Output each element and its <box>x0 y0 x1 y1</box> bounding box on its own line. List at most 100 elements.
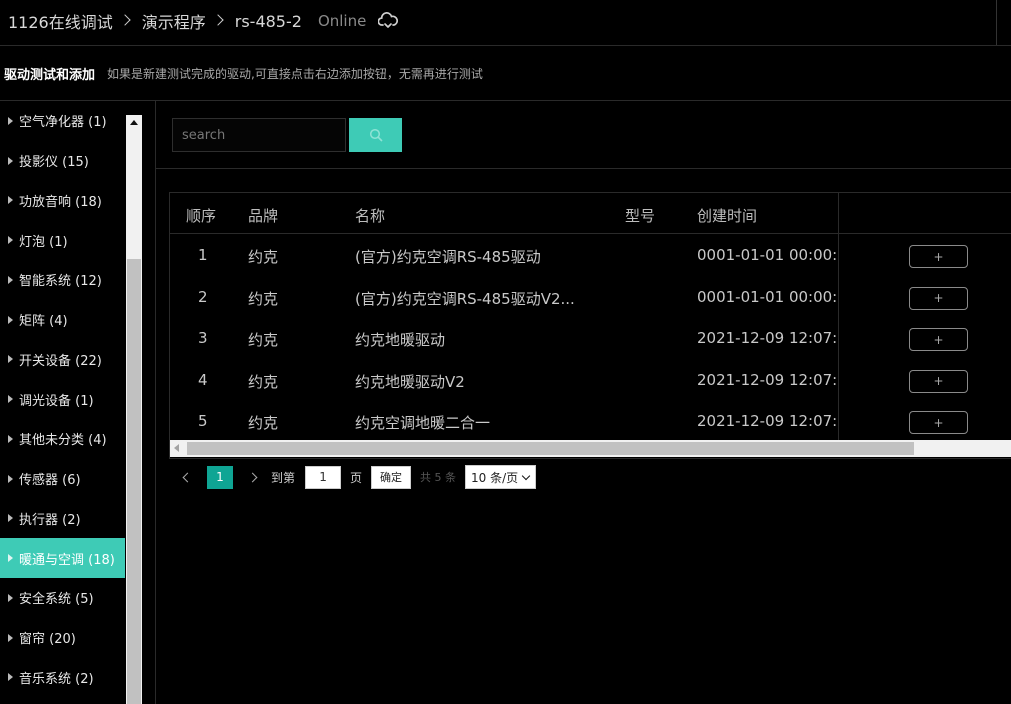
search-input[interactable] <box>172 118 346 152</box>
row-created-time: 0001-01-01 00:00:00 <box>697 287 838 306</box>
sidebar-scroll-thumb[interactable] <box>127 259 141 704</box>
driver-table: 顺序 品牌 名称 型号 创建时间 1 约克 (官方)约克空调RS-485驱动 0001… <box>169 192 1011 459</box>
add-driver-button[interactable]: + <box>909 245 968 268</box>
main-panel: 顺序 品牌 名称 型号 创建时间 1 约克 (官方)约克空调RS-485驱动 0001… <box>156 101 1011 704</box>
sidebar-item-label: 灯泡 (1) <box>19 234 68 250</box>
goto-label: 到第 <box>271 470 296 485</box>
sidebar-item-label: 安全系统 (5) <box>19 592 94 608</box>
sidebar-item-label: 暖通与空调 (18) <box>19 552 115 568</box>
sidebar-item[interactable]: 暖通与空调 (18) <box>0 538 125 578</box>
sidebar-item-label: 矩阵 (4) <box>19 314 68 330</box>
row-name: (官方)约克空调RS-485驱动 <box>355 248 541 266</box>
sidebar-item-label: 调光设备 (1) <box>19 393 94 409</box>
page-unit-label: 页 <box>350 470 363 485</box>
goto-confirm-button[interactable]: 确定 <box>371 465 412 489</box>
sidebar-item[interactable]: 开关设备 (22) <box>0 340 126 380</box>
action-column-header <box>839 193 1011 234</box>
caret-right-icon <box>8 474 13 483</box>
column-header-index: 顺序 <box>186 207 217 225</box>
sidebar-scrollbar[interactable] <box>126 115 142 704</box>
row-index: 3 <box>198 329 208 347</box>
caret-right-icon <box>8 275 13 284</box>
add-driver-button[interactable]: + <box>909 369 968 393</box>
sidebar-item[interactable]: 空气净化器 (1) <box>0 101 126 141</box>
caret-right-icon <box>8 156 13 165</box>
cloud-sync-icon[interactable] <box>378 12 399 30</box>
sidebar-item[interactable]: 音乐系统 (2) <box>0 658 126 698</box>
row-created-time: 2021-12-09 12:07:00 <box>697 370 838 389</box>
sidebar-item[interactable]: 调光设备 (1) <box>0 379 126 419</box>
caret-right-icon <box>8 355 13 364</box>
table-row: 5 约克 约克空调地暖二合一 2021-12-09 12:07:00 <box>170 400 838 442</box>
caret-right-icon <box>8 395 13 404</box>
section-hint: 如果是新建测试完成的驱动,可直接点击右边添加按钮，无需再进行测试 <box>107 66 483 81</box>
scroll-up-arrow-icon[interactable] <box>126 115 142 132</box>
chevron-right-icon <box>212 14 224 26</box>
add-driver-button[interactable]: + <box>909 411 968 434</box>
table-row: 3 约克 约克地暖驱动 2021-12-09 12:07:00 <box>170 317 838 359</box>
row-index: 2 <box>198 287 208 306</box>
sidebar-item-label: 开关设备 (22) <box>19 353 102 369</box>
sidebar-item-label: 其他未分类 (4) <box>19 433 107 449</box>
sidebar-item-label: 智能系统 (12) <box>19 274 102 290</box>
column-header-brand: 品牌 <box>248 207 279 225</box>
sidebar-item[interactable]: 投影仪 (15) <box>0 141 126 181</box>
sidebar-item[interactable]: 其他未分类 (4) <box>0 419 126 459</box>
row-brand: 约克 <box>248 289 279 308</box>
table-horizontal-scrollbar[interactable] <box>170 440 1011 457</box>
caret-right-icon <box>8 633 13 642</box>
page-number-current[interactable]: 1 <box>207 465 233 489</box>
sidebar-item-label: 音乐系统 (2) <box>19 671 94 687</box>
caret-right-icon <box>8 434 13 443</box>
sidebar-item[interactable]: 窗帘 (20) <box>0 618 126 658</box>
chevron-right-icon <box>119 14 131 26</box>
category-list: 空气净化器 (1) 投影仪 (15) 功放音响 (18) 灯泡 (1) 智能系统 (12… <box>0 101 126 697</box>
table-row: 2 约克 (官方)约克空调RS-485驱动V2... 0001-01-01 00:00… <box>170 276 838 318</box>
sidebar-item[interactable]: 功放音响 (18) <box>0 181 126 221</box>
caret-right-icon <box>8 236 13 245</box>
total-count: 共 5 条 <box>420 471 457 484</box>
row-brand: 约克 <box>248 414 279 432</box>
row-index: 1 <box>198 246 208 264</box>
row-name: (官方)约克空调RS-485驱动V2... <box>355 289 575 308</box>
section-header: 驱动测试和添加 如果是新建测试完成的驱动,可直接点击右边添加按钮，无需再进行测试 <box>0 46 1011 101</box>
sidebar-item[interactable]: 灯泡 (1) <box>0 220 126 260</box>
search-icon <box>369 128 382 142</box>
header-divider <box>996 0 997 45</box>
pagination: 1 到第 页 确定 共 5 条 10 条/页 <box>176 465 537 489</box>
add-driver-button[interactable]: + <box>909 328 968 351</box>
row-name: 约克地暖驱动 <box>355 331 446 349</box>
row-brand: 约克 <box>248 372 279 391</box>
page-size-select[interactable]: 10 条/页 <box>465 465 537 489</box>
sidebar-item[interactable]: 智能系统 (12) <box>0 260 126 300</box>
column-header-model: 型号 <box>625 207 656 225</box>
sidebar-item-label: 空气净化器 (1) <box>19 115 107 131</box>
table-row: 4 约克 约克地暖驱动V2 2021-12-09 12:07:00 <box>170 359 838 401</box>
sidebar-item[interactable]: 安全系统 (5) <box>0 578 126 618</box>
row-name: 约克空调地暖二合一 <box>355 414 491 432</box>
sidebar-item[interactable]: 矩阵 (4) <box>0 300 126 340</box>
row-created-time: 2021-12-09 12:07:00 <box>697 329 838 347</box>
breadcrumb-item-program[interactable]: 演示程序 <box>142 9 206 33</box>
chevron-down-icon <box>521 471 531 481</box>
goto-page-input[interactable] <box>305 465 342 489</box>
sidebar-item[interactable]: 执行器 (2) <box>0 499 126 539</box>
breadcrumb: 1126在线调试 演示程序 rs-485-2 Online <box>8 9 399 33</box>
caret-right-icon <box>8 315 13 324</box>
breadcrumb-item-device: rs-485-2 <box>234 11 302 31</box>
sidebar-item-label: 执行器 (2) <box>19 512 81 528</box>
search-button[interactable] <box>349 118 402 152</box>
caret-right-icon <box>8 673 13 682</box>
next-page-icon[interactable] <box>247 472 258 482</box>
breadcrumb-item-project[interactable]: 1126在线调试 <box>8 9 113 33</box>
table-scroll-thumb[interactable] <box>187 442 914 455</box>
sidebar-item[interactable]: 传感器 (6) <box>0 459 126 499</box>
add-driver-button[interactable]: + <box>909 286 968 310</box>
action-column: + + + + + <box>838 193 1011 440</box>
sidebar-item-label: 窗帘 (20) <box>19 632 76 648</box>
scroll-left-arrow-icon[interactable] <box>174 444 179 452</box>
sidebar-item-label: 投影仪 (15) <box>19 155 89 171</box>
sidebar-item-label: 功放音响 (18) <box>19 194 102 210</box>
row-brand: 约克 <box>248 248 279 266</box>
prev-page-icon[interactable] <box>182 472 193 482</box>
